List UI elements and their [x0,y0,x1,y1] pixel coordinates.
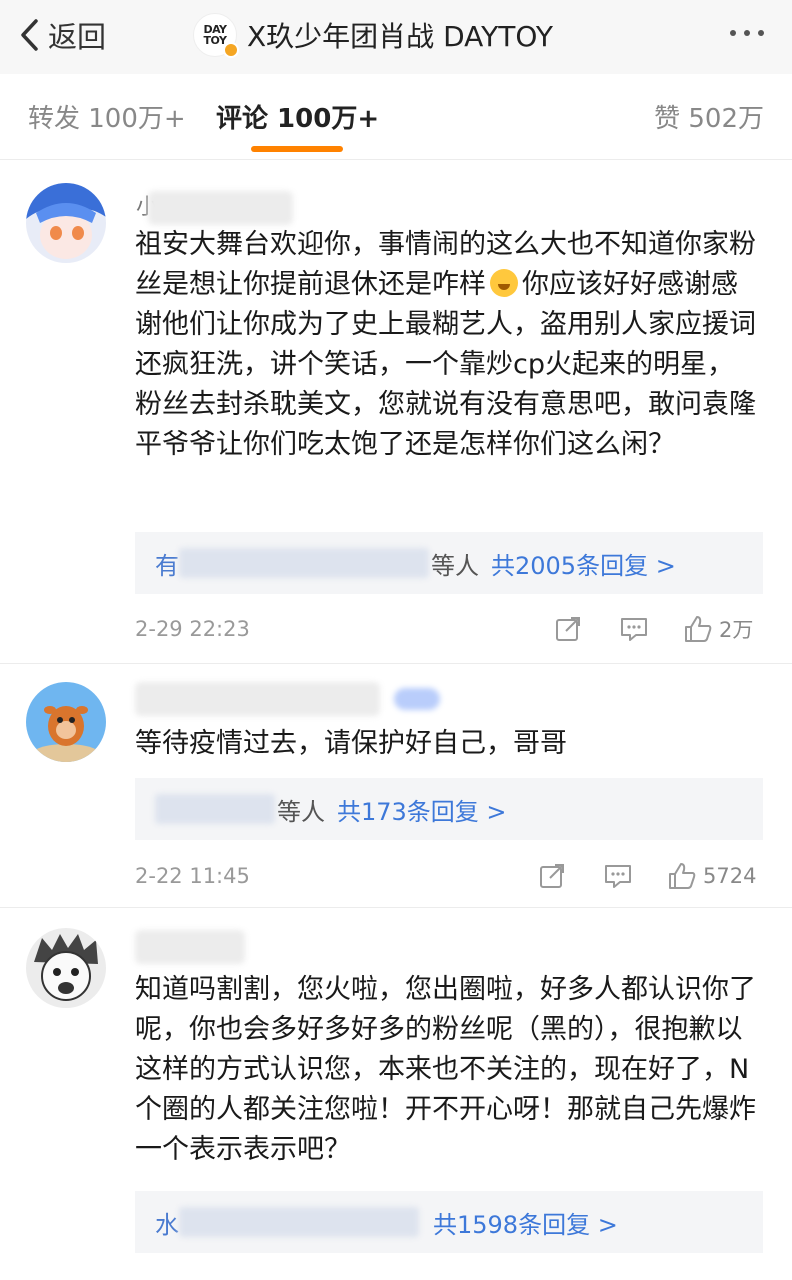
comment-item: 小 祖安大舞台欢迎你，事情闹的这么大也不知道你家粉丝是想让你提前退休还是咋样 你应… [0,161,792,663]
username-blurred[interactable] [148,191,293,225]
verified-badge-icon [223,42,239,58]
repost-button[interactable] [537,861,567,891]
comment-text: 祖安大舞台欢迎你，事情闹的这么大也不知道你家粉丝是想让你提前退休还是咋样 你应该好… [135,225,760,465]
tab-comments[interactable]: 评论 100万+ [216,98,379,135]
thumbs-up-icon [669,863,696,889]
reply-button[interactable] [603,861,633,891]
active-tab-indicator [251,146,343,152]
comment-meta: 2-29 22:23 2万 [135,609,765,649]
avatar[interactable] [26,928,106,1008]
repost-button[interactable] [553,614,583,644]
reply-count-link[interactable]: 共1598条回复 > [433,1205,618,1240]
more-options-button[interactable] [730,30,764,36]
vip-badge [394,688,440,710]
like-count: 2万 [719,618,754,642]
comment-text: 知道吗割割，您火啦，您出圈啦，好多人都认识你了呢，你也会多好多好多的粉丝呢（黑的… [135,974,756,1165]
comment-meta: 2-22 11:45 5724 [135,856,765,896]
comment-icon [605,865,631,888]
comment-icon [621,618,647,641]
logo-text-bottom: TOY [203,34,227,47]
avatar[interactable] [26,682,106,762]
page-title-group: DAY TOY X玖少年团肖战 DAYTOY [193,12,553,58]
dot-icon [730,30,736,36]
chevron-left-icon [21,19,38,51]
thumbs-up-icon [685,616,712,642]
reply-authors-blurred [179,1207,419,1237]
replies-preview[interactable]: 等人 共173条回复 > [135,778,763,840]
reply-count-link[interactable]: 共173条回复 > [337,792,507,827]
reply-authors-blurred [179,548,429,578]
share-icon [540,864,564,888]
tab-bar: 转发 100万+ 评论 100万+ 赞 502万 [0,74,792,160]
comment-time: 2-22 11:45 [135,864,250,888]
reply-author-first-char: 水 [155,1210,179,1239]
replies-preview[interactable]: 有 等人 共2005条回复 > [135,532,763,594]
username-blurred[interactable] [135,930,245,964]
comment-item: 等待疫情过去，请保护好自己，哥哥 等人 共173条回复 > 2-22 11:45… [0,664,792,907]
dot-icon [744,30,750,36]
tab-reposts[interactable]: 转发 100万+ [28,98,186,135]
like-button[interactable]: 2万 [683,614,753,644]
dot-icon [758,30,764,36]
anime-avatar-image [26,183,106,263]
comment-text: 等待疫情过去，请保护好自己，哥哥 [135,728,567,759]
replies-preview[interactable]: 水 共1598条回复 > [135,1191,763,1253]
reply-authors-suffix: 等人 [431,551,479,580]
avatar[interactable] [26,183,106,263]
reply-button[interactable] [619,614,649,644]
like-button[interactable]: 5724 [667,861,756,891]
username-blurred[interactable] [135,682,380,716]
back-label: 返回 [48,20,107,54]
reply-authors-suffix: 等人 [277,797,325,826]
reply-author-first-char: 有 [155,551,179,580]
like-count: 5724 [703,864,757,888]
back-button[interactable]: 返回 [18,12,106,58]
comment-time: 2-29 22:23 [135,617,250,641]
share-icon [556,617,580,641]
comment-item: 知道吗割割，您火啦，您出圈啦，好多人都认识你了呢，你也会多好多好多的粉丝呢（黑的… [0,908,792,1280]
tab-likes[interactable]: 赞 502万 [654,98,764,135]
reply-count-link[interactable]: 共2005条回复 > [491,546,676,581]
page-title: X玖少年团肖战 DAYTOY [247,20,553,53]
reply-authors-blurred [155,794,275,824]
cartoon-avatar-image [26,682,106,762]
hugging-face-emoji-icon [490,269,518,297]
top-bar: 返回 DAY TOY X玖少年团肖战 DAYTOY [0,0,792,74]
account-logo[interactable]: DAY TOY [193,13,239,58]
manga-avatar-image [26,928,106,1008]
